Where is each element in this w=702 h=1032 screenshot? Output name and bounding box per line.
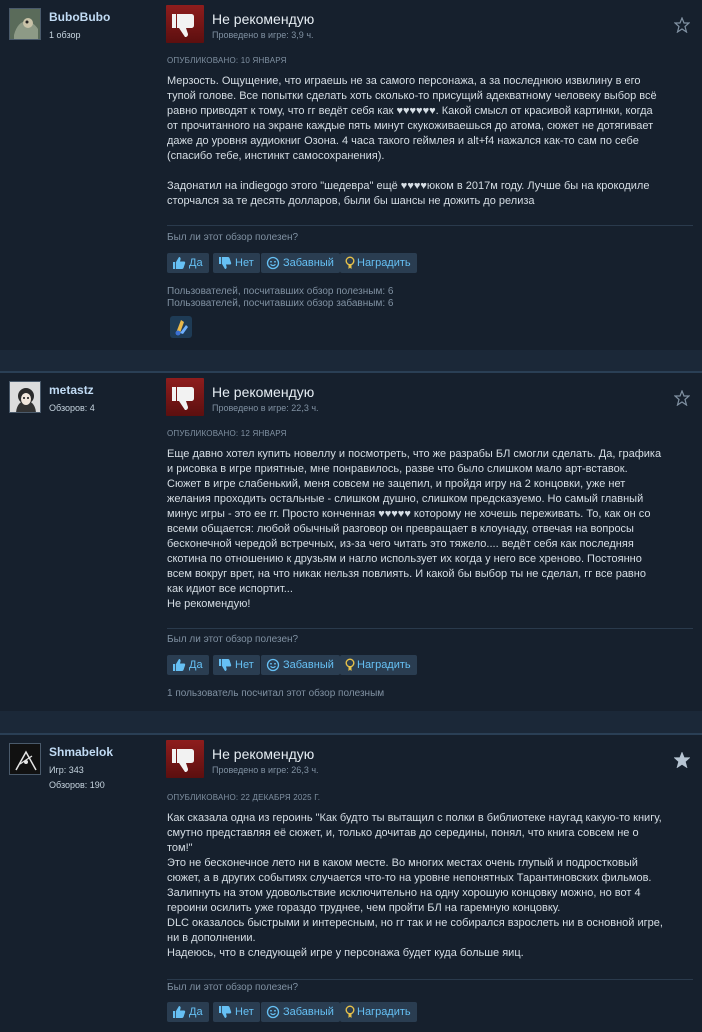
award-medal-icon bbox=[344, 256, 358, 270]
vote-funny-button[interactable]: Забавный bbox=[261, 655, 340, 675]
vote-funny-label: Забавный bbox=[283, 659, 334, 671]
thumbs-up-icon bbox=[172, 256, 186, 270]
vote-yes-label: Да bbox=[189, 257, 203, 269]
reviewer-panel: metastz Обзоров: 4 bbox=[0, 373, 160, 711]
username[interactable]: BuboBubo bbox=[49, 10, 110, 24]
user-review-count[interactable]: Обзоров: 190 bbox=[49, 780, 105, 790]
vote-yes-button[interactable]: Да bbox=[167, 1002, 209, 1022]
helpful-question: Был ли этот обзор полезен? bbox=[167, 232, 299, 243]
vote-no-label: Нет bbox=[235, 659, 254, 671]
playtime: Проведено в игре: 22,3 ч. bbox=[212, 403, 319, 413]
vote-yes-button[interactable]: Да bbox=[167, 253, 209, 273]
username[interactable]: Shmabelok bbox=[49, 745, 113, 759]
smiley-icon bbox=[266, 1005, 280, 1019]
vote-funny-button[interactable]: Забавный bbox=[261, 1002, 340, 1022]
user-review-count[interactable]: 1 обзор bbox=[49, 30, 81, 40]
award-label: Наградить bbox=[357, 257, 411, 269]
reviewer-panel: Shmabelok Игр: 343 Обзоров: 190 bbox=[0, 735, 160, 1032]
thumbs-down-icon[interactable] bbox=[166, 378, 204, 416]
vote-yes-label: Да bbox=[189, 659, 203, 671]
user-games-count[interactable]: Игр: 343 bbox=[49, 765, 84, 775]
review-verdict[interactable]: Не рекомендую bbox=[212, 384, 314, 400]
thumbs-down-icon bbox=[218, 256, 232, 270]
avatar[interactable] bbox=[9, 381, 41, 413]
posted-date: ОПУБЛИКОВАНО: 22 ДЕКАБРЯ 2025 Г. bbox=[167, 793, 321, 802]
divider bbox=[167, 979, 693, 980]
thumbs-up-icon bbox=[172, 658, 186, 672]
vote-funny-label: Забавный bbox=[283, 257, 334, 269]
helpful-count: 1 пользователь посчитал этот обзор полез… bbox=[167, 688, 385, 699]
award-button[interactable]: Наградить bbox=[340, 253, 417, 273]
thumbs-down-icon[interactable] bbox=[166, 5, 204, 43]
award-star-icon[interactable] bbox=[673, 389, 691, 407]
vote-no-label: Нет bbox=[235, 257, 254, 269]
award-button[interactable]: Наградить bbox=[340, 655, 417, 675]
award-label: Наградить bbox=[357, 1006, 411, 1018]
helpful-question: Был ли этот обзор полезен? bbox=[167, 982, 299, 993]
award-button[interactable]: Наградить bbox=[340, 1002, 417, 1022]
vote-no-button[interactable]: Нет bbox=[213, 655, 260, 675]
thumbs-down-icon bbox=[218, 658, 232, 672]
playtime: Проведено в игре: 26,3 ч. bbox=[212, 765, 319, 775]
username[interactable]: metastz bbox=[49, 383, 94, 397]
playtime: Проведено в игре: 3,9 ч. bbox=[212, 30, 314, 40]
vote-no-label: Нет bbox=[235, 1006, 254, 1018]
helpful-question: Был ли этот обзор полезен? bbox=[167, 634, 299, 645]
user-review-count[interactable]: Обзоров: 4 bbox=[49, 403, 95, 413]
posted-date: ОПУБЛИКОВАНО: 12 ЯНВАРЯ bbox=[167, 429, 287, 438]
review-text: Как сказала одна из героинь "Как будто т… bbox=[167, 812, 663, 959]
review-card: metastz Обзоров: 4 Не рекомендую Проведе… bbox=[0, 373, 702, 711]
smiley-icon bbox=[266, 658, 280, 672]
vote-yes-label: Да bbox=[189, 1006, 203, 1018]
divider bbox=[167, 628, 693, 629]
vote-yes-button[interactable]: Да bbox=[167, 655, 209, 675]
divider bbox=[167, 225, 693, 226]
reviewer-panel: BuboBubo 1 обзор bbox=[0, 0, 160, 350]
avatar[interactable] bbox=[9, 743, 41, 775]
thumbs-down-icon bbox=[218, 1005, 232, 1019]
review-text: Мерзость. Ощущение, что играешь не за са… bbox=[167, 75, 657, 207]
award-label: Наградить bbox=[357, 659, 411, 671]
avatar[interactable] bbox=[9, 8, 41, 40]
vote-no-button[interactable]: Нет bbox=[213, 253, 260, 273]
vote-no-button[interactable]: Нет bbox=[213, 1002, 260, 1022]
vote-funny-label: Забавный bbox=[283, 1006, 334, 1018]
thumbs-down-icon[interactable] bbox=[166, 740, 204, 778]
review-text: Еще давно хотел купить новеллу и посмотр… bbox=[167, 448, 662, 610]
award-star-icon[interactable] bbox=[673, 751, 691, 769]
award-medal-icon bbox=[344, 658, 358, 672]
review-card: Shmabelok Игр: 343 Обзоров: 190 Не реком… bbox=[0, 735, 702, 1032]
review-card: BuboBubo 1 обзор Не рекомендую Проведено… bbox=[0, 0, 702, 350]
review-verdict[interactable]: Не рекомендую bbox=[212, 746, 314, 762]
award-medal-icon bbox=[344, 1005, 358, 1019]
helpful-count: Пользователей, посчитавших обзор полезны… bbox=[167, 286, 394, 297]
thumbs-up-icon bbox=[172, 1005, 186, 1019]
posted-date: ОПУБЛИКОВАНО: 10 ЯНВАРЯ bbox=[167, 56, 287, 65]
funny-count: Пользователей, посчитавших обзор забавны… bbox=[167, 298, 394, 309]
received-award-icon[interactable] bbox=[170, 316, 192, 338]
smiley-icon bbox=[266, 256, 280, 270]
vote-funny-button[interactable]: Забавный bbox=[261, 253, 340, 273]
award-star-icon[interactable] bbox=[673, 16, 691, 34]
review-verdict[interactable]: Не рекомендую bbox=[212, 11, 314, 27]
